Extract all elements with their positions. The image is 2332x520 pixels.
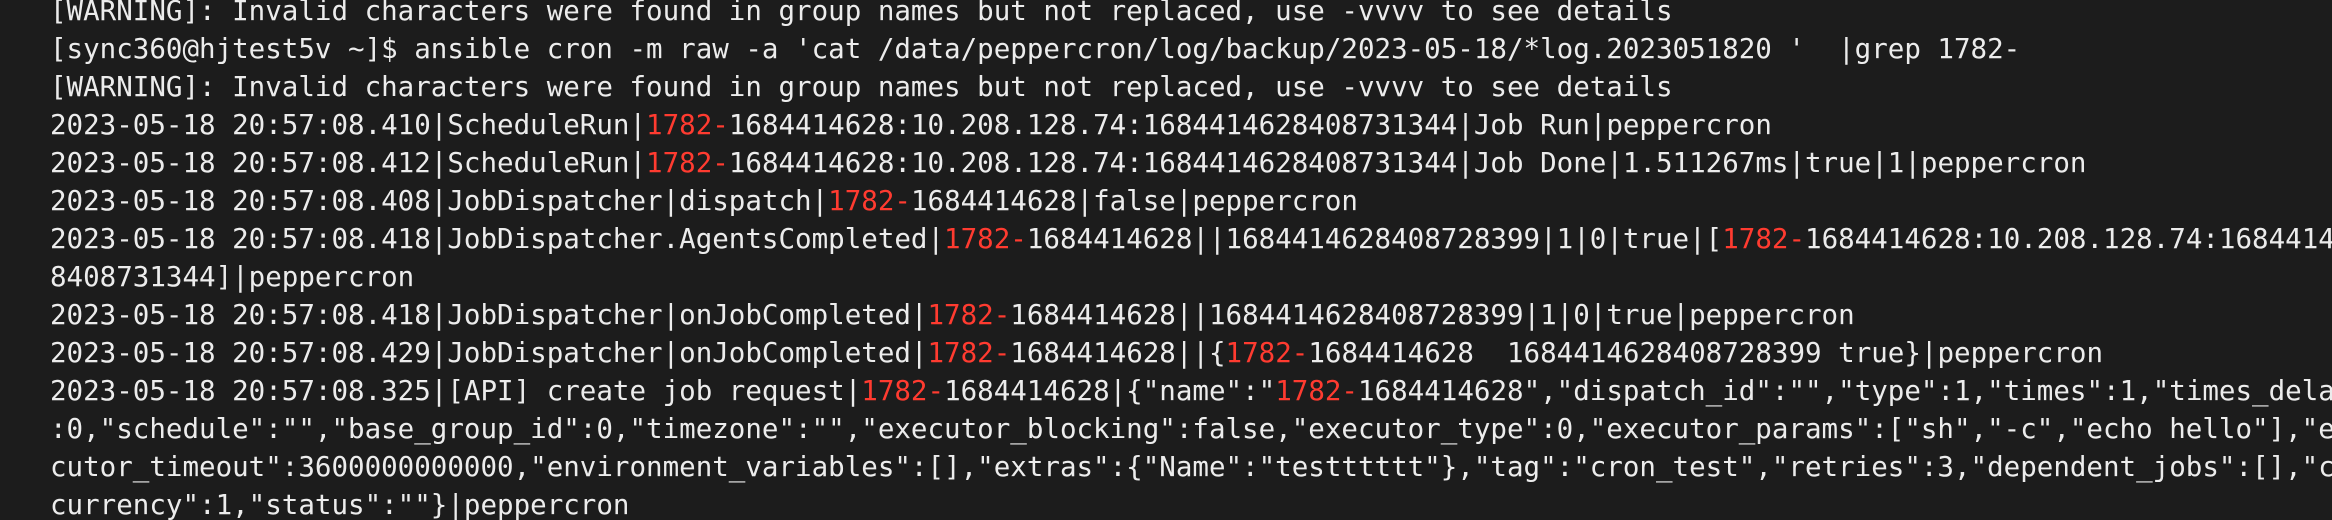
terminal-text: 1684414628 1684414628408728399 true}|pep… xyxy=(1308,337,2104,369)
terminal-text: 2023-05-18 20:57:08.410|ScheduleRun| xyxy=(50,109,647,141)
terminal-text: currency":1,"status":""}|peppercron xyxy=(50,489,630,520)
terminal-text: cutor_timeout":3600000000000,"environmen… xyxy=(50,451,2332,483)
grep-match-highlight: 1782- xyxy=(944,223,1027,255)
terminal-text: [WARNING]: Invalid characters were found… xyxy=(50,0,1673,27)
grep-match-highlight: 1782- xyxy=(1275,375,1358,407)
grep-match-highlight: 1782- xyxy=(646,147,729,179)
terminal-text: [sync360@hjtest5v ~]$ ansible cron -m ra… xyxy=(50,33,2021,65)
terminal-line: [WARNING]: Invalid characters were found… xyxy=(50,0,2300,30)
terminal-line: currency":1,"status":""}|peppercron xyxy=(50,486,2300,520)
terminal-text: [WARNING]: Invalid characters were found… xyxy=(50,71,1673,103)
terminal-text: 2023-05-18 20:57:08.418|JobDispatcher|on… xyxy=(50,299,928,331)
grep-match-highlight: 1782- xyxy=(927,337,1011,369)
terminal-text: 1684414628","dispatch_id":"","type":1,"t… xyxy=(1358,375,2332,407)
terminal-text: 1684414628:10.208.128.74:168441462840873… xyxy=(728,109,1772,141)
grep-match-highlight: 1782- xyxy=(828,185,911,217)
terminal-line: 8408731344]|peppercron xyxy=(50,258,2300,296)
terminal-line: 2023-05-18 20:57:08.410|ScheduleRun|1782… xyxy=(50,106,2300,144)
terminal-line: [sync360@hjtest5v ~]$ ansible cron -m ra… xyxy=(50,30,2300,68)
grep-match-highlight: 1782- xyxy=(861,375,945,407)
grep-match-highlight: 1782- xyxy=(646,109,729,141)
terminal-line: [WARNING]: Invalid characters were found… xyxy=(50,68,2300,106)
terminal-text: 1684414628||1684414628408728399|1|0|true… xyxy=(1010,299,1855,331)
terminal-line: cutor_timeout":3600000000000,"environmen… xyxy=(50,448,2332,486)
terminal-text: 1684414628||1684414628408728399|1|0|true… xyxy=(1026,223,1723,255)
terminal-window[interactable]: [WARNING]: Invalid characters were found… xyxy=(0,0,2332,520)
terminal-line: 2023-05-18 20:57:08.418|JobDispatcher|on… xyxy=(50,296,2300,334)
terminal-line: :0,"schedule":"","base_group_id":0,"time… xyxy=(50,410,2332,448)
terminal-text: 2023-05-18 20:57:08.325|[API] create job… xyxy=(50,375,862,407)
terminal-text: 1684414628||{ xyxy=(1010,337,1226,369)
terminal-scrollbar[interactable] xyxy=(2320,0,2332,520)
terminal-line: 2023-05-18 20:57:08.418|JobDispatcher.Ag… xyxy=(50,220,2332,258)
terminal-text: :0,"schedule":"","base_group_id":0,"time… xyxy=(50,413,2332,445)
terminal-text: 2023-05-18 20:57:08.408|JobDispatcher|di… xyxy=(50,185,829,217)
terminal-line: 2023-05-18 20:57:08.408|JobDispatcher|di… xyxy=(50,182,2300,220)
terminal-text: 1684414628|false|peppercron xyxy=(910,185,1358,217)
terminal-text: 2023-05-18 20:57:08.429|JobDispatcher|on… xyxy=(50,337,928,369)
terminal-text: 8408731344]|peppercron xyxy=(50,261,415,293)
terminal-line: 2023-05-18 20:57:08.429|JobDispatcher|on… xyxy=(50,334,2300,372)
terminal-line: 2023-05-18 20:57:08.412|ScheduleRun|1782… xyxy=(50,144,2300,182)
terminal-line: 2023-05-18 20:57:08.325|[API] create job… xyxy=(50,372,2332,410)
grep-match-highlight: 1782- xyxy=(1225,337,1309,369)
terminal-text: 2023-05-18 20:57:08.418|JobDispatcher.Ag… xyxy=(50,223,945,255)
terminal-text: 1684414628|{"name":" xyxy=(944,375,1276,407)
terminal-output[interactable]: [WARNING]: Invalid characters were found… xyxy=(50,0,2332,520)
terminal-text: 1684414628:10.208.128.74:168441462840873… xyxy=(728,147,2087,179)
grep-match-highlight: 1782- xyxy=(927,299,1011,331)
terminal-text: 1684414628:10.208.128.74:168441462 xyxy=(1805,223,2332,255)
terminal-text: 2023-05-18 20:57:08.412|ScheduleRun| xyxy=(50,147,647,179)
grep-match-highlight: 1782- xyxy=(1722,223,1806,255)
